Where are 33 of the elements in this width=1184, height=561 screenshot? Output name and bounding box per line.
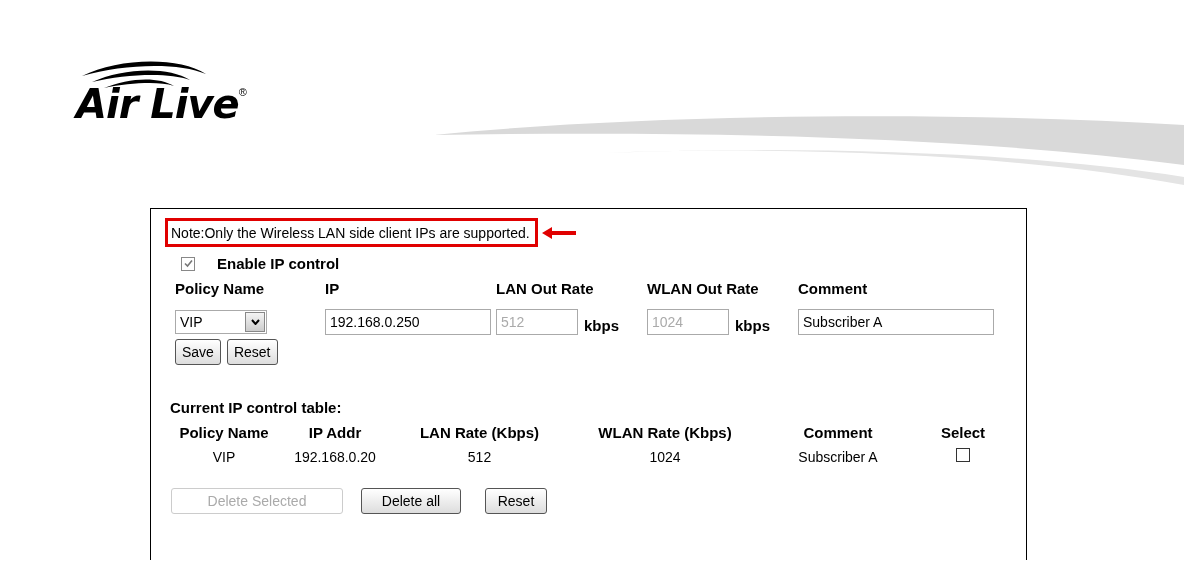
table-button[interactable]: Reset <box>485 488 547 514</box>
table-button[interactable]: Delete all <box>361 488 461 514</box>
table-cell: Subscriber A <box>798 448 878 465</box>
column-header: Policy Name <box>175 280 266 297</box>
table-header: Policy Name <box>179 424 269 441</box>
enable-label: Enable IP control <box>217 255 340 272</box>
unit-label: kbps <box>735 316 770 334</box>
unit-label: kbps <box>584 316 619 334</box>
table-cell: 1024 <box>649 448 681 465</box>
select-checkbox[interactable] <box>956 448 970 462</box>
table-header: IP Addr <box>308 424 362 441</box>
column-header: IP <box>325 280 341 297</box>
form-button[interactable]: Save <box>175 339 221 365</box>
table-header: Select <box>940 424 986 441</box>
caret-icon <box>250 319 260 325</box>
note-text: Note:Only the Wireless LAN side client IPs are supported. <box>171 225 530 241</box>
form-button[interactable]: Reset <box>226 339 278 365</box>
table-header: Comment <box>803 424 873 441</box>
registered-mark: ® <box>238 86 247 98</box>
comment-field[interactable]: Subscriber A <box>798 309 994 335</box>
policy-dropdown[interactable]: VIP <box>175 310 267 334</box>
table-header: WLAN Rate (Kbps) <box>598 424 732 441</box>
ip-field[interactable]: 192.168.0.250 <box>325 309 491 335</box>
enable-checkbox[interactable] <box>181 256 195 271</box>
column-header: Comment <box>798 280 869 297</box>
column-header: LAN Out Rate <box>496 280 595 297</box>
column-header: WLAN Out Rate <box>647 280 760 297</box>
table-cell: 512 <box>467 448 492 465</box>
table-cell: 192.168.0.20 <box>294 448 376 465</box>
table-header: LAN Rate (Kbps) <box>419 424 540 441</box>
table-title: Current IP control table: <box>170 399 343 416</box>
arrow-icon <box>541 226 576 239</box>
table-cell: VIP <box>212 448 236 465</box>
